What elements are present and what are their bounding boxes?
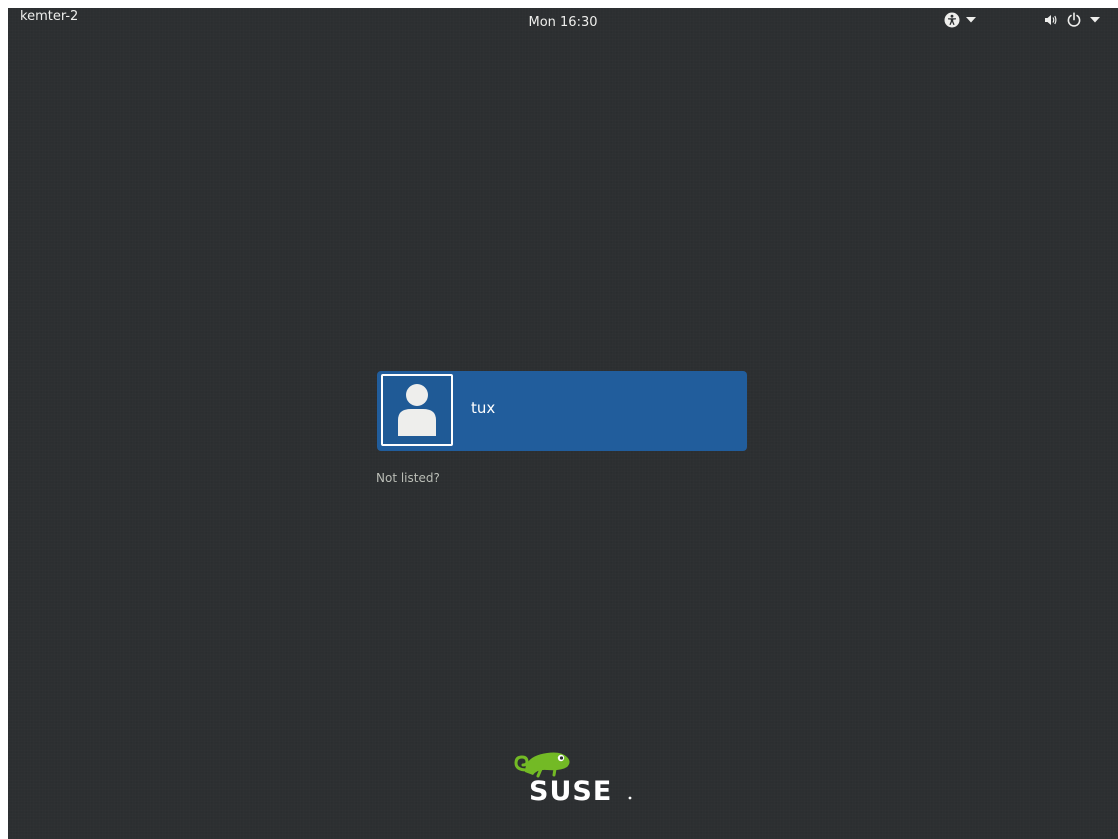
accessibility-icon bbox=[944, 12, 960, 28]
user-list-item[interactable]: tux bbox=[377, 371, 747, 451]
volume-icon bbox=[1045, 15, 1057, 25]
clock-label[interactable]: Mon 16:30 bbox=[528, 15, 597, 30]
suse-chameleon-logo bbox=[514, 752, 570, 778]
login-screen: kemter-2 Mon 16:30 tux Not listed? SUSE bbox=[8, 8, 1118, 839]
chevron-down-icon bbox=[1090, 17, 1100, 23]
chevron-down-icon bbox=[966, 17, 976, 23]
power-icon bbox=[1067, 12, 1081, 27]
system-menu[interactable] bbox=[1044, 11, 1100, 29]
suse-wordmark: SUSE bbox=[529, 776, 612, 802]
top-bar: kemter-2 Mon 16:30 bbox=[8, 8, 1118, 32]
accessibility-menu[interactable] bbox=[944, 11, 976, 29]
suse-logo: SUSE bbox=[514, 752, 632, 802]
not-listed-button[interactable]: Not listed? bbox=[376, 470, 440, 486]
user-avatar-icon bbox=[398, 384, 436, 436]
avatar bbox=[381, 374, 453, 446]
username-label: tux bbox=[471, 399, 496, 417]
